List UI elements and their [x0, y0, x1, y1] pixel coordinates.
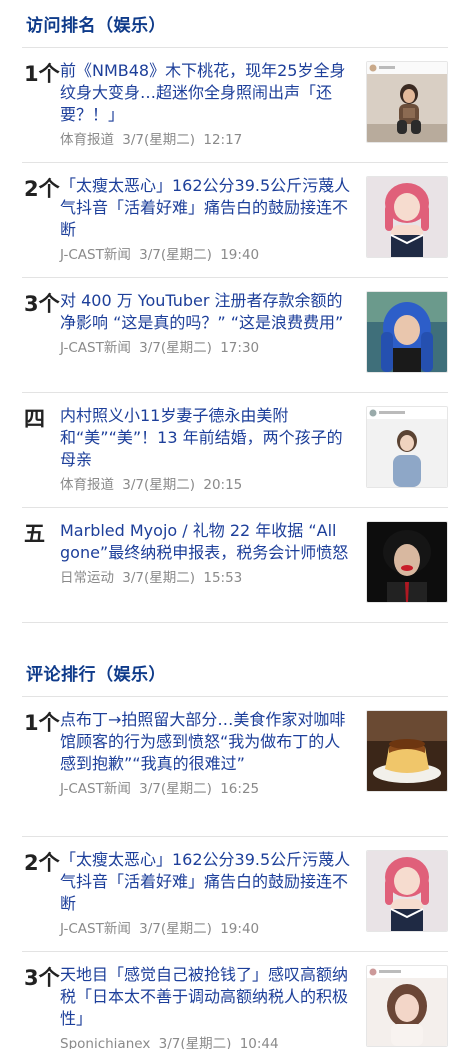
- headline-link[interactable]: 「太瘦太恶心」162公分39.5公斤污蔑人气抖音「活着好难」痛告白的鼓励接连不断: [60, 849, 356, 915]
- publish-time: 16:25: [220, 781, 260, 797]
- article-meta: J-CAST新闻 3/7(星期二) 19:40: [60, 246, 356, 264]
- rank-number: 1个: [24, 711, 60, 735]
- publish-date: 3/7(星期二): [122, 570, 196, 586]
- article-meta: J-CAST新闻 3/7(星期二) 17:30: [60, 339, 356, 357]
- thumbnail-image[interactable]: [366, 521, 448, 603]
- tattoo-woman-photo: [367, 62, 447, 142]
- source-name: Sponichianex: [60, 1036, 151, 1049]
- headline-link[interactable]: 「太瘦太恶心」162公分39.5公斤污蔑人气抖音「活着好难」痛告白的鼓励接连不断: [60, 175, 356, 241]
- ranking-item[interactable]: 五 Marbled Myojo / 礼物 22 年收据 “All gone”最终…: [22, 508, 448, 623]
- article-meta: 体育报道 3/7(星期二) 20:15: [60, 476, 356, 494]
- headline-link[interactable]: 对 400 万 YouTuber 注册者存款余额的净影响 “这是真的吗？” “这…: [60, 290, 356, 334]
- rank-number: 3个: [24, 966, 60, 990]
- article-meta: Sponichianex 3/7(星期二) 10:44: [60, 1035, 356, 1049]
- thumbnail-image[interactable]: [366, 965, 448, 1047]
- headline-link[interactable]: 前《NMB48》木下桃花，现年25岁全身纹身大变身…超迷你全身照闹出声「还要？！…: [60, 60, 356, 126]
- article-meta: 日常运动 3/7(星期二) 15:53: [60, 569, 356, 587]
- article-meta: J-CAST新闻 3/7(星期二) 16:25: [60, 780, 356, 798]
- publish-time: 17:30: [220, 340, 260, 356]
- publish-date: 3/7(星期二): [139, 921, 212, 937]
- source-name: J-CAST新闻: [60, 921, 131, 937]
- rank-number: 3个: [24, 292, 60, 316]
- section-title: 评论排行（娱乐）: [26, 665, 166, 685]
- source-name: J-CAST新闻: [60, 340, 131, 356]
- ranking-item[interactable]: 1个 点布丁→拍照留大部分…美食作家对咖啡馆顾客的行为感到愤怒“我为做布丁的人感…: [22, 697, 448, 837]
- ranking-item[interactable]: 2个 「太瘦太恶心」162公分39.5公斤污蔑人气抖音「活着好难」痛告白的鼓励接…: [22, 163, 448, 278]
- article-meta: 体育报道 3/7(星期二) 12:17: [60, 131, 356, 149]
- publish-date: 3/7(星期二): [122, 477, 196, 493]
- thumbnail-image[interactable]: [366, 61, 448, 143]
- article-meta: J-CAST新闻 3/7(星期二) 19:40: [60, 920, 356, 938]
- pink-hair-woman-photo: [367, 851, 447, 931]
- ranking-item[interactable]: 2个 「太瘦太恶心」162公分39.5公斤污蔑人气抖音「活着好难」痛告白的鼓励接…: [22, 837, 448, 952]
- comment-ranking-section: 评论排行（娱乐） 1个 点布丁→拍照留大部分…美食作家对咖啡馆顾客的行为感到愤怒…: [0, 649, 448, 1049]
- pudding-photo: [367, 711, 447, 791]
- publish-time: 15:53: [203, 570, 243, 586]
- thumbnail-image[interactable]: [366, 710, 448, 792]
- pink-hair-woman-photo: [367, 177, 447, 257]
- ranking-item[interactable]: 3个 天地目「感觉自己被抢钱了」感叹高额纳税「日本太不善于调动高额纳税人的积极性…: [22, 952, 448, 1049]
- thumbnail-image[interactable]: [366, 406, 448, 488]
- thumbnail-image[interactable]: [366, 850, 448, 932]
- publish-time: 19:40: [220, 921, 260, 937]
- section-header: 访问排名（娱乐）: [22, 0, 448, 48]
- section-header: 评论排行（娱乐）: [22, 649, 448, 697]
- headline-link[interactable]: 内村照义小11岁妻子德永由美附和“美”“美”！13 年前结婚，两个孩子的母亲: [60, 405, 356, 471]
- ranking-item[interactable]: 1个 前《NMB48》木下桃花，现年25岁全身纹身大变身…超迷你全身照闹出声「还…: [22, 48, 448, 163]
- rank-number: 2个: [24, 177, 60, 201]
- publish-time: 12:17: [203, 132, 243, 148]
- rank-number: 四: [24, 407, 45, 431]
- rank-number: 2个: [24, 851, 60, 875]
- publish-date: 3/7(星期二): [122, 132, 196, 148]
- announcer-instagram-photo: [367, 407, 447, 487]
- publish-time: 10:44: [239, 1036, 279, 1049]
- rank-number: 1个: [24, 62, 60, 86]
- source-name: 体育报道: [60, 477, 114, 493]
- publish-date: 3/7(星期二): [139, 781, 212, 797]
- ranking-item[interactable]: 四 内村照义小11岁妻子德永由美附和“美”“美”！13 年前结婚，两个孩子的母亲…: [22, 393, 448, 508]
- woman-portrait-photo: [367, 966, 447, 1046]
- thumbnail-image[interactable]: [366, 176, 448, 258]
- source-name: 体育报道: [60, 132, 114, 148]
- headline-link[interactable]: 天地目「感觉自己被抢钱了」感叹高额纳税「日本太不善于调动高额纳税人的积极性」: [60, 964, 356, 1030]
- publish-time: 20:15: [203, 477, 243, 493]
- publish-time: 19:40: [220, 247, 260, 263]
- publish-date: 3/7(星期二): [158, 1036, 232, 1049]
- access-ranking-section: 访问排名（娱乐） 1个 前《NMB48》木下桃花，现年25岁全身纹身大变身…超迷…: [0, 0, 448, 623]
- red-lip-man-photo: [367, 522, 447, 602]
- source-name: J-CAST新闻: [60, 247, 131, 263]
- headline-link[interactable]: Marbled Myojo / 礼物 22 年收据 “All gone”最终纳税…: [60, 520, 356, 564]
- headline-link[interactable]: 点布丁→拍照留大部分…美食作家对咖啡馆顾客的行为感到愤怒“我为做布丁的人感到抱歉…: [60, 709, 356, 775]
- thumbnail-image[interactable]: [366, 291, 448, 373]
- publish-date: 3/7(星期二): [139, 247, 212, 263]
- section-title: 访问排名（娱乐）: [26, 16, 166, 36]
- blue-hair-woman-photo: [367, 292, 447, 372]
- source-name: 日常运动: [60, 570, 114, 586]
- publish-date: 3/7(星期二): [139, 340, 212, 356]
- rank-number: 五: [24, 522, 45, 546]
- ranking-item[interactable]: 3个 对 400 万 YouTuber 注册者存款余额的净影响 “这是真的吗？”…: [22, 278, 448, 393]
- source-name: J-CAST新闻: [60, 781, 131, 797]
